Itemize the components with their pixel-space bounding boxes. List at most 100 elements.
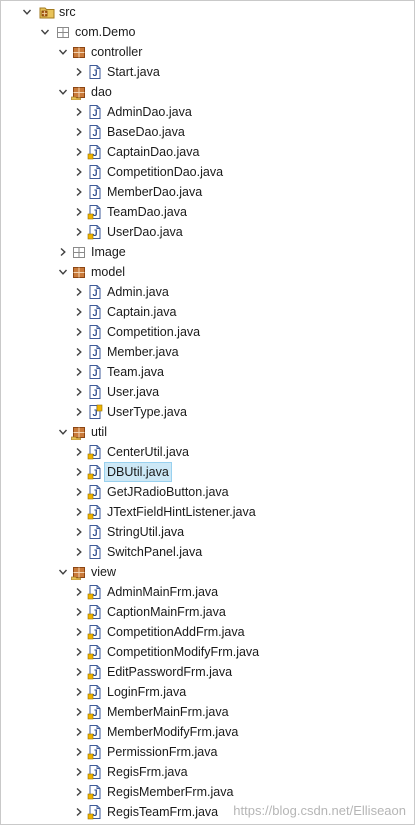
chevron-right-icon[interactable] bbox=[73, 382, 85, 402]
chevron-right-icon[interactable] bbox=[73, 602, 85, 622]
java-file-icon: J bbox=[87, 384, 103, 400]
chevron-right-icon[interactable] bbox=[73, 102, 85, 122]
tree-item-start[interactable]: J Start.java bbox=[1, 62, 414, 82]
package-icon bbox=[55, 24, 71, 40]
chevron-right-icon[interactable] bbox=[73, 722, 85, 742]
tree-item-jtextfieldhintlistener[interactable]: J JTextFieldHintListener.java bbox=[1, 502, 414, 522]
tree-item-teamdao[interactable]: J TeamDao.java bbox=[1, 202, 414, 222]
chevron-down-icon[interactable] bbox=[57, 422, 69, 442]
tree-item-member[interactable]: J Member.java bbox=[1, 342, 414, 362]
tree-item-teamdao-label: TeamDao.java bbox=[107, 205, 187, 219]
tree-item-membermainfrm[interactable]: J MemberMainFrm.java bbox=[1, 702, 414, 722]
chevron-right-icon[interactable] bbox=[73, 342, 85, 362]
tree-item-adminmainfrm[interactable]: J AdminMainFrm.java bbox=[1, 582, 414, 602]
java-file-icon: J bbox=[87, 224, 103, 240]
chevron-right-icon[interactable] bbox=[73, 762, 85, 782]
tree-item-regismemberfrm[interactable]: J RegisMemberFrm.java bbox=[1, 782, 414, 802]
tree-item-admin[interactable]: J Admin.java bbox=[1, 282, 414, 302]
chevron-right-icon[interactable] bbox=[73, 142, 85, 162]
tree-item-centerutil[interactable]: J CenterUtil.java bbox=[1, 442, 414, 462]
tree-item-editpasswordfrm[interactable]: J EditPasswordFrm.java bbox=[1, 662, 414, 682]
chevron-right-icon[interactable] bbox=[73, 622, 85, 642]
java-file-icon: J bbox=[87, 104, 103, 120]
tree-item-captionmainfrm[interactable]: J CaptionMainFrm.java bbox=[1, 602, 414, 622]
tree-item-competitionaddfrm[interactable]: J CompetitionAddFrm.java bbox=[1, 622, 414, 642]
java-file-icon: J bbox=[87, 444, 103, 460]
svg-text:J: J bbox=[92, 128, 97, 138]
chevron-right-icon[interactable] bbox=[73, 582, 85, 602]
chevron-right-icon[interactable] bbox=[73, 802, 85, 822]
chevron-right-icon[interactable] bbox=[73, 682, 85, 702]
tree-item-stringutil[interactable]: J StringUtil.java bbox=[1, 522, 414, 542]
tree-item-admindao[interactable]: J AdminDao.java bbox=[1, 102, 414, 122]
tree-item-captaindao[interactable]: J CaptainDao.java bbox=[1, 142, 414, 162]
chevron-right-icon[interactable] bbox=[73, 462, 85, 482]
chevron-down-icon[interactable] bbox=[57, 82, 69, 102]
tree-item-memberdao[interactable]: J MemberDao.java bbox=[1, 182, 414, 202]
java-file-icon: J bbox=[87, 784, 103, 800]
chevron-right-icon[interactable] bbox=[73, 162, 85, 182]
tree-item-util[interactable]: util bbox=[1, 422, 414, 442]
chevron-right-icon[interactable] bbox=[73, 502, 85, 522]
tree-item-permissionfrm[interactable]: J PermissionFrm.java bbox=[1, 742, 414, 762]
chevron-right-icon[interactable] bbox=[73, 322, 85, 342]
chevron-right-icon[interactable] bbox=[57, 242, 69, 262]
chevron-right-icon[interactable] bbox=[73, 642, 85, 662]
chevron-right-icon[interactable] bbox=[73, 202, 85, 222]
chevron-right-icon[interactable] bbox=[73, 482, 85, 502]
chevron-down-icon[interactable] bbox=[57, 42, 69, 62]
chevron-right-icon[interactable] bbox=[73, 122, 85, 142]
tree-item-competitionmodifyfrm[interactable]: J CompetitionModifyFrm.java bbox=[1, 642, 414, 662]
tree-item-basedao[interactable]: J BaseDao.java bbox=[1, 122, 414, 142]
tree-item-membermodifyfrm[interactable]: J MemberModifyFrm.java bbox=[1, 722, 414, 742]
tree-item-view[interactable]: view bbox=[1, 562, 414, 582]
tree-item-regismemberfrm-label: RegisMemberFrm.java bbox=[107, 785, 234, 799]
chevron-right-icon[interactable] bbox=[73, 782, 85, 802]
svg-text:J: J bbox=[92, 68, 97, 78]
tree-item-image[interactable]: Image bbox=[1, 242, 414, 262]
tree-item-basedao-label: BaseDao.java bbox=[107, 125, 185, 139]
tree-item-loginfrm[interactable]: J LoginFrm.java bbox=[1, 682, 414, 702]
tree-item-com-demo[interactable]: com.Demo bbox=[1, 22, 414, 42]
tree-item-getjradiobutton[interactable]: J GetJRadioButton.java bbox=[1, 482, 414, 502]
chevron-right-icon[interactable] bbox=[73, 742, 85, 762]
chevron-right-icon[interactable] bbox=[73, 62, 85, 82]
tree-item-usertype[interactable]: J UserType.java bbox=[1, 402, 414, 422]
chevron-down-icon[interactable] bbox=[21, 2, 33, 22]
tree-item-stringutil-label: StringUtil.java bbox=[107, 525, 185, 539]
tree-item-competition[interactable]: J Competition.java bbox=[1, 322, 414, 342]
chevron-right-icon[interactable] bbox=[73, 222, 85, 242]
tree-item-src[interactable]: src bbox=[1, 2, 414, 22]
tree-item-controller[interactable]: controller bbox=[1, 42, 414, 62]
chevron-down-icon[interactable] bbox=[57, 562, 69, 582]
tree-item-user[interactable]: J User.java bbox=[1, 382, 414, 402]
tree-item-userdao[interactable]: J UserDao.java bbox=[1, 222, 414, 242]
chevron-right-icon[interactable] bbox=[73, 542, 85, 562]
tree-item-competitiondao[interactable]: J CompetitionDao.java bbox=[1, 162, 414, 182]
tree-item-admin-label: Admin.java bbox=[107, 285, 169, 299]
tree-item-regisfrm[interactable]: J RegisFrm.java bbox=[1, 762, 414, 782]
tree-item-captain[interactable]: J Captain.java bbox=[1, 302, 414, 322]
tree-item-competition-label: Competition.java bbox=[107, 325, 201, 339]
chevron-right-icon[interactable] bbox=[73, 302, 85, 322]
tree-item-image-label: Image bbox=[91, 245, 126, 259]
chevron-right-icon[interactable] bbox=[73, 522, 85, 542]
tree-item-usertype-label: UserType.java bbox=[107, 405, 187, 419]
tree-item-captaindao-label: CaptainDao.java bbox=[107, 145, 200, 159]
chevron-down-icon[interactable] bbox=[57, 262, 69, 282]
tree-item-model[interactable]: model bbox=[1, 262, 414, 282]
chevron-right-icon[interactable] bbox=[73, 702, 85, 722]
tree-item-competitionaddfrm-label: CompetitionAddFrm.java bbox=[107, 625, 245, 639]
chevron-right-icon[interactable] bbox=[73, 362, 85, 382]
chevron-right-icon[interactable] bbox=[73, 182, 85, 202]
chevron-right-icon[interactable] bbox=[73, 662, 85, 682]
tree-item-dbutil[interactable]: J DBUtil.java bbox=[1, 462, 414, 482]
tree-item-team[interactable]: J Team.java bbox=[1, 362, 414, 382]
java-file-icon: J bbox=[87, 644, 103, 660]
chevron-right-icon[interactable] bbox=[73, 442, 85, 462]
chevron-down-icon[interactable] bbox=[39, 22, 51, 42]
chevron-right-icon[interactable] bbox=[73, 402, 85, 422]
chevron-right-icon[interactable] bbox=[73, 282, 85, 302]
tree-item-switchpanel[interactable]: J SwitchPanel.java bbox=[1, 542, 414, 562]
tree-item-dao[interactable]: dao bbox=[1, 82, 414, 102]
